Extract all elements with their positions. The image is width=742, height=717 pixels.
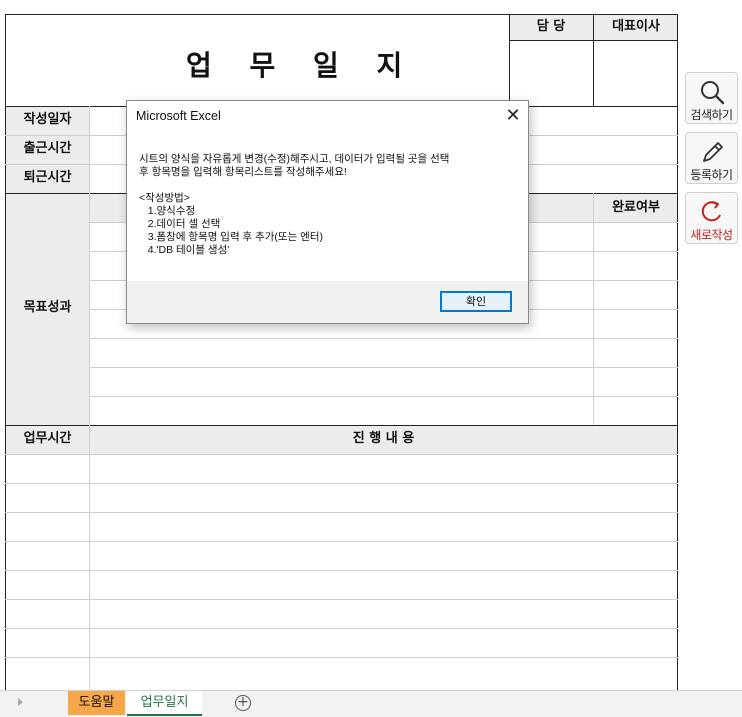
pencil-icon bbox=[702, 142, 723, 162]
search-button[interactable]: 검색하기 bbox=[685, 72, 738, 124]
register-button-label: 등록하기 bbox=[690, 168, 733, 182]
date-label: 작성일자 bbox=[23, 112, 72, 127]
dialog-message: 시트의 양식을 자유롭게 변경(수정)해주시고, 데이터가 입력될 곳을 선택 … bbox=[139, 153, 450, 256]
ok-button[interactable]: 확인 bbox=[440, 291, 512, 312]
new-write-button-label: 새로작성 bbox=[690, 228, 733, 242]
search-button-label: 검색하기 bbox=[690, 108, 733, 122]
search-icon bbox=[700, 81, 724, 105]
goals-label: 목표성과 bbox=[23, 300, 72, 315]
refresh-icon bbox=[701, 201, 721, 222]
tab-work-journal[interactable]: 업무일지 bbox=[127, 691, 202, 716]
approval-ceo-label: 대표이사 bbox=[612, 19, 660, 34]
end-time-label: 퇴근시간 bbox=[23, 170, 72, 185]
scroll-left-icon[interactable] bbox=[18, 698, 23, 706]
completion-label: 완료여부 bbox=[612, 200, 660, 215]
dialog-footer: 확인 bbox=[127, 281, 528, 323]
new-write-button[interactable]: 새로작성 bbox=[685, 192, 738, 244]
add-sheet-icon[interactable]: + bbox=[235, 695, 251, 711]
register-button[interactable]: 등록하기 bbox=[685, 132, 738, 184]
form-title: 업 무 일 지 bbox=[186, 49, 417, 82]
approval-manager-label: 담 당 bbox=[536, 19, 566, 34]
tab-help[interactable]: 도움말 bbox=[68, 691, 125, 715]
work-time-label: 업무시간 bbox=[23, 431, 72, 446]
sheet-tab-bar: 도움말 업무일지 + bbox=[0, 690, 742, 717]
progress-label: 진 행 내 용 bbox=[352, 431, 415, 446]
dialog-title: Microsoft Excel bbox=[136, 109, 221, 123]
excel-message-dialog: Microsoft Excel ✕ 시트의 양식을 자유롭게 변경(수정)해주시… bbox=[126, 100, 529, 324]
close-icon[interactable]: ✕ bbox=[498, 101, 528, 131]
start-time-label: 출근시간 bbox=[23, 141, 72, 156]
